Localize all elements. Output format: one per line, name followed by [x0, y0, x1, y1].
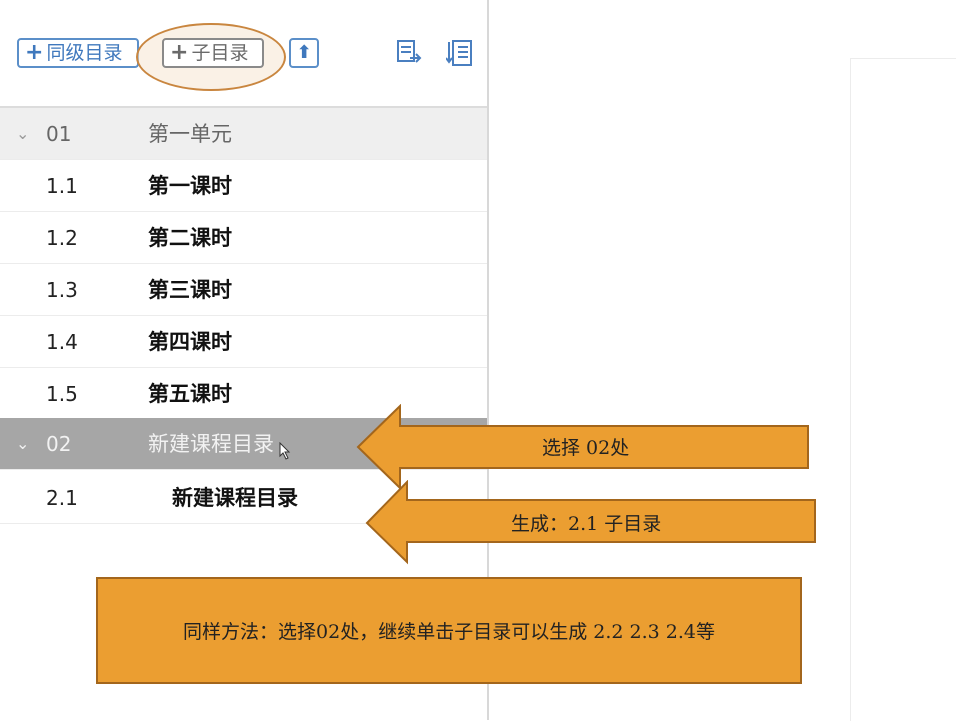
row-number: 1.2 [46, 226, 78, 250]
row-number: 1.3 [46, 278, 78, 302]
row-number: 1.1 [46, 174, 78, 198]
row-title: 第五课时 [148, 382, 232, 406]
add-child-label: 子目录 [191, 42, 249, 64]
row-number: 1.5 [46, 382, 78, 406]
export-icon[interactable] [396, 38, 424, 68]
tree-row-lesson[interactable]: 1.2 第二课时 [0, 212, 487, 264]
row-title: 第一单元 [148, 122, 232, 146]
row-title: 第一课时 [148, 174, 232, 198]
toolbar: + 同级目录 + 子目录 ⬆ [0, 0, 487, 108]
row-number: 01 [46, 122, 72, 146]
move-up-icon: ⬆ [296, 42, 312, 63]
collapse-chevron-icon[interactable]: ⌄ [16, 418, 29, 470]
plus-icon: + [25, 40, 44, 65]
mouse-cursor-icon [279, 442, 291, 460]
row-title: 新建课程目录 [172, 486, 298, 510]
row-title: 第四课时 [148, 330, 232, 354]
move-up-button[interactable]: ⬆ [289, 38, 319, 68]
add-child-button[interactable]: + 子目录 [162, 38, 264, 68]
row-title: 第三课时 [148, 278, 232, 302]
annotation-text-generate: 生成：2.1 子目录 [511, 513, 662, 535]
tree-row-lesson[interactable]: 1.1 第一课时 [0, 160, 487, 212]
annotation-text-select: 选择 02处 [542, 437, 630, 459]
plus-icon: + [170, 40, 189, 65]
row-title: 新建课程目录 [148, 432, 274, 456]
row-title: 第二课时 [148, 226, 232, 250]
row-number: 1.4 [46, 330, 78, 354]
sort-list-icon[interactable] [446, 38, 474, 68]
tree-row-lesson[interactable]: 1.4 第四课时 [0, 316, 487, 368]
content-area [850, 58, 956, 721]
add-sibling-label: 同级目录 [46, 42, 123, 64]
row-number: 2.1 [46, 486, 78, 510]
annotation-box-text: 同样方法：选择02处，继续单击子目录可以生成 2.2 2.3 2.4等 [183, 621, 715, 643]
row-number: 02 [46, 432, 72, 456]
add-sibling-button[interactable]: + 同级目录 [17, 38, 139, 68]
tree-row-unit-01[interactable]: ⌄ 01 第一单元 [0, 108, 487, 160]
tree-row-lesson[interactable]: 1.3 第三课时 [0, 264, 487, 316]
annotation-box: 同样方法：选择02处，继续单击子目录可以生成 2.2 2.3 2.4等 [96, 577, 802, 684]
collapse-chevron-icon[interactable]: ⌄ [16, 108, 29, 160]
